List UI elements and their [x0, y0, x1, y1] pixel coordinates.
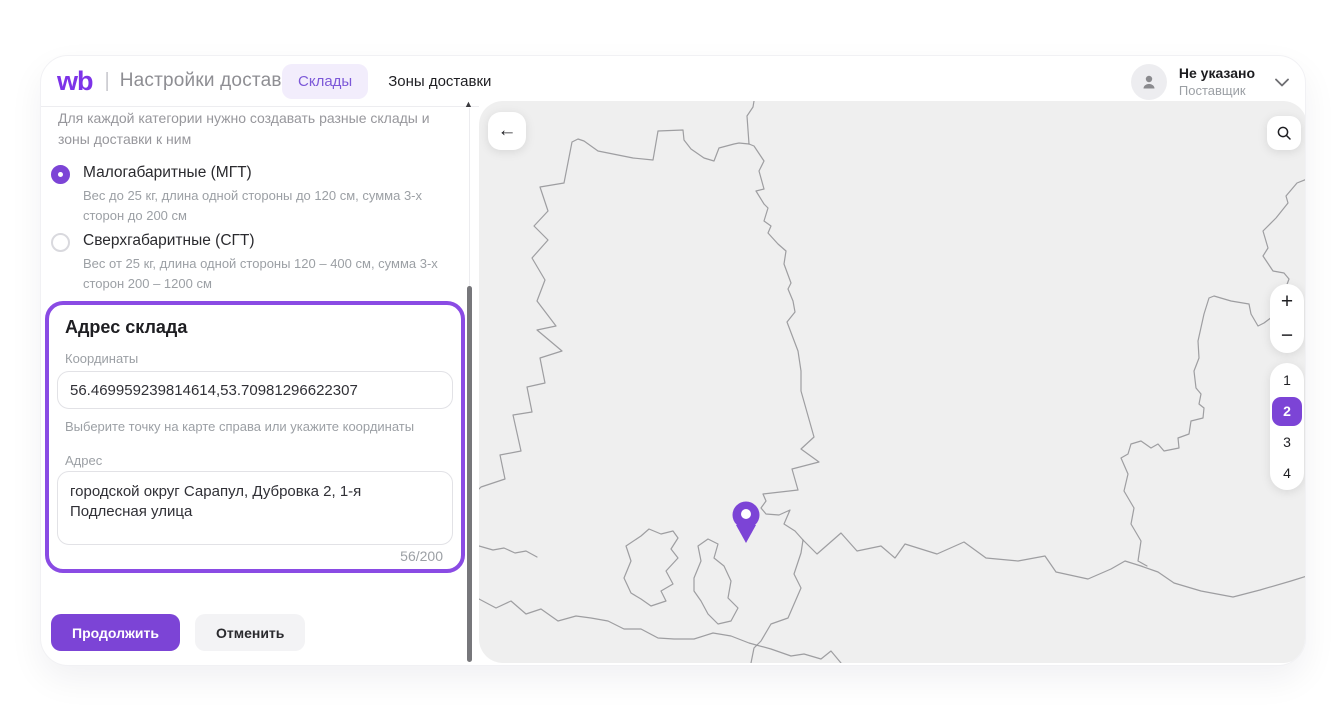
header-divider: [41, 106, 479, 107]
category-description: Вес от 25 кг, длина одной стороны 120 – …: [83, 254, 455, 293]
continue-button[interactable]: Продолжить: [51, 614, 180, 651]
wb-logo: wb: [57, 66, 93, 97]
cancel-button[interactable]: Отменить: [195, 614, 305, 651]
search-icon: [1276, 125, 1292, 141]
logo-separator: |: [105, 70, 110, 93]
radio-icon: [51, 165, 70, 184]
category-label: Сверхгабаритные (СГТ): [83, 232, 455, 250]
address-card-title: Адрес склада: [65, 317, 187, 338]
app-title: Настройки доставки: [120, 70, 301, 92]
user-name: Не указано: [1179, 65, 1255, 83]
zoom-level-2[interactable]: 2: [1272, 397, 1302, 426]
category-option-mgt[interactable]: Малогабаритные (МГТ) Вес до 25 кг, длина…: [51, 164, 461, 225]
avatar: [1131, 64, 1167, 100]
coordinates-hint: Выберите точку на карте справа или укажи…: [65, 419, 414, 434]
back-button[interactable]: ←: [488, 112, 526, 150]
scrollbar-thumb[interactable]: [467, 286, 472, 662]
search-button[interactable]: [1267, 116, 1301, 150]
zoom-level-3[interactable]: 3: [1272, 428, 1302, 457]
tab-delivery-zones[interactable]: Зоны доставки: [372, 64, 507, 99]
form-actions: Продолжить Отменить: [51, 614, 305, 651]
coordinates-label: Координаты: [65, 351, 138, 366]
char-counter: 56/200: [400, 548, 443, 564]
category-option-sgt[interactable]: Сверхгабаритные (СГТ) Вес от 25 кг, длин…: [51, 232, 461, 293]
region-borders: [479, 101, 1306, 663]
zoom-level-list: 1 2 3 4: [1270, 363, 1304, 490]
address-label: Адрес: [65, 453, 102, 468]
zoom-controls: + −: [1270, 284, 1304, 353]
brand: wb | Настройки доставки: [57, 56, 301, 106]
zoom-out-button[interactable]: −: [1270, 319, 1304, 354]
map-canvas[interactable]: ← + − 1 2 3 4: [479, 101, 1306, 663]
user-menu[interactable]: Не указано Поставщик: [1131, 63, 1289, 101]
tab-warehouses[interactable]: Склады: [282, 64, 368, 99]
zoom-level-1[interactable]: 1: [1272, 366, 1302, 395]
sidebar-intro: Для каждой категории нужно создавать раз…: [58, 108, 462, 150]
zoom-in-button[interactable]: +: [1270, 284, 1304, 319]
warehouse-address-card: Адрес склада Координаты Выберите точку н…: [45, 301, 465, 573]
scrollbar-up-arrow[interactable]: ▲: [464, 99, 473, 109]
coordinates-input[interactable]: [57, 371, 453, 409]
delivery-settings-window: wb | Настройки доставки Склады Зоны дост…: [40, 55, 1306, 666]
user-role: Поставщик: [1179, 83, 1255, 99]
address-textarea[interactable]: [57, 471, 453, 545]
header-tabs: Склады Зоны доставки: [282, 64, 507, 98]
person-icon: [1140, 73, 1158, 91]
zoom-level-4[interactable]: 4: [1272, 458, 1302, 487]
back-arrow-icon: ←: [498, 120, 517, 142]
category-label: Малогабаритные (МГТ): [83, 164, 455, 182]
map-pin[interactable]: [733, 502, 760, 544]
app-header: wb | Настройки доставки Склады Зоны дост…: [41, 56, 1305, 106]
radio-icon: [51, 233, 70, 252]
category-description: Вес до 25 кг, длина одной стороны до 120…: [83, 186, 455, 225]
chevron-down-icon: [1275, 78, 1289, 87]
user-info: Не указано Поставщик: [1179, 65, 1255, 99]
